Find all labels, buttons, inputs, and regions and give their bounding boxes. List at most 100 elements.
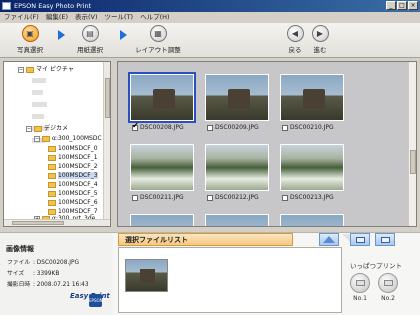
tree-item-camera-folder[interactable]: − α:300_100MSDC bbox=[34, 134, 102, 143]
tree-item-redacted bbox=[32, 90, 43, 95]
tree-item-hidden[interactable] bbox=[32, 76, 46, 85]
tree-vertical-scrollbar[interactable] bbox=[103, 62, 110, 220]
paper-select-icon: ▤ bbox=[81, 25, 99, 42]
minimize-button[interactable]: _ bbox=[386, 1, 396, 10]
grid-vertical-scrollbar[interactable] bbox=[408, 62, 416, 226]
step-arrow-icon bbox=[58, 30, 65, 40]
next-arrow-icon: ▶ bbox=[311, 25, 329, 42]
menu-edit[interactable]: 編集(E) bbox=[46, 12, 68, 23]
tree-item-redacted bbox=[32, 102, 47, 107]
tree-item-subfolder[interactable]: 100MSDCF_2 bbox=[46, 162, 98, 171]
folder-icon bbox=[48, 163, 56, 170]
photo-thumbnail[interactable]: DSC00212.JPG bbox=[202, 142, 272, 206]
photo-image[interactable] bbox=[280, 144, 344, 191]
next-label: 進む bbox=[313, 46, 327, 54]
title-bar: EPSON Easy Photo Print _ □ × bbox=[0, 0, 420, 12]
step-photo-select-label: 写真選択 bbox=[17, 46, 43, 54]
photo-image[interactable] bbox=[280, 214, 344, 226]
photo-grid[interactable]: DSC00208.JPG DSC00209.JPG DSC00210.JPG D… bbox=[117, 61, 417, 227]
photo-checkbox[interactable] bbox=[132, 121, 139, 131]
tree-item-digicam[interactable]: − デジカメ bbox=[26, 124, 68, 133]
close-button[interactable]: × bbox=[408, 1, 418, 10]
collapse-icon[interactable]: − bbox=[18, 66, 24, 73]
tree-item-subfolder[interactable]: 100MSDCF_5 bbox=[46, 189, 98, 198]
photo-thumbnail[interactable]: DSC00209.JPG bbox=[202, 72, 272, 136]
folder-icon bbox=[48, 172, 56, 179]
tree-horizontal-scrollbar[interactable] bbox=[4, 219, 110, 226]
tree-item-subfolder[interactable]: 100MSDCF_0 bbox=[46, 144, 98, 153]
photo-filename: DSC00213.JPG bbox=[290, 194, 334, 201]
photo-image[interactable] bbox=[130, 144, 194, 191]
menu-file[interactable]: ファイル(F) bbox=[4, 12, 39, 23]
collapse-icon[interactable]: − bbox=[34, 135, 40, 142]
step-paper-select-label: 用紙選択 bbox=[77, 46, 103, 54]
photo-filename: DSC00211.JPG bbox=[140, 194, 184, 201]
photo-filename: DSC00212.JPG bbox=[215, 194, 259, 201]
step-layout-adjust[interactable]: ▦ レイアウト調整 bbox=[131, 25, 185, 54]
photo-thumbnail[interactable] bbox=[202, 212, 272, 226]
photo-image[interactable] bbox=[205, 214, 269, 226]
tree-item-label: 100MSDCF_3 bbox=[58, 172, 98, 179]
photo-thumbnail[interactable]: DSC00211.JPG bbox=[127, 142, 197, 206]
tree-item-hidden[interactable] bbox=[32, 100, 47, 109]
folder-tree[interactable]: − マイ ピクチャ − デジカメ − α:300_100MSDC 100MSDCF_0… bbox=[3, 61, 111, 227]
step-arrow-icon bbox=[120, 30, 127, 40]
tree-item-subfolder[interactable]: 100MSDCF_6 bbox=[46, 198, 98, 207]
menu-help[interactable]: ヘルプ(H) bbox=[140, 12, 169, 23]
list-view-button[interactable] bbox=[350, 233, 370, 246]
photo-view-button[interactable] bbox=[375, 233, 395, 246]
tree-item-hidden[interactable] bbox=[32, 88, 43, 97]
info-key: サイズ bbox=[7, 271, 25, 277]
tree-item-subfolder-selected[interactable]: 100MSDCF_3 bbox=[46, 171, 98, 180]
scroll-thumb[interactable] bbox=[12, 221, 64, 225]
back-label: 戻る bbox=[288, 46, 302, 54]
photo-image[interactable] bbox=[205, 74, 269, 121]
photo-checkbox[interactable] bbox=[207, 194, 213, 201]
tree-item-redacted bbox=[32, 78, 46, 83]
tree-item-subfolder[interactable]: 100MSDCF_1 bbox=[46, 153, 98, 162]
photo-image[interactable] bbox=[128, 72, 196, 123]
photo-thumbnail[interactable] bbox=[277, 212, 347, 226]
photo-checkbox[interactable] bbox=[282, 124, 288, 131]
selected-file-list-panel: 選択ファイルリスト いっぱつプリント No.1 No.2 bbox=[113, 232, 420, 315]
folder-icon bbox=[26, 66, 34, 73]
next-button[interactable]: ▶ 進む bbox=[309, 25, 331, 54]
info-key: ファイル bbox=[7, 260, 31, 266]
image-info-panel: 画像情報 ファイル: DSC00208.JPG サイズ: 3399KB 撮影日時… bbox=[0, 232, 113, 315]
collapse-icon[interactable]: − bbox=[26, 125, 32, 132]
tree-item-label: 100MSDCF_0 bbox=[58, 145, 98, 152]
scroll-thumb[interactable] bbox=[105, 78, 110, 118]
tree-item-hidden[interactable] bbox=[32, 112, 44, 121]
photo-thumbnail[interactable]: DSC00208.JPG bbox=[127, 72, 197, 136]
photo-thumbnail[interactable]: DSC00210.JPG bbox=[277, 72, 347, 136]
menu-view[interactable]: 表示(V) bbox=[75, 12, 98, 23]
toolbar: ▣ 写真選択 ▤ 用紙選択 ▦ レイアウト調整 ◀ 戻る ▶ 進む bbox=[0, 23, 420, 58]
photo-thumbnail[interactable] bbox=[127, 212, 197, 226]
oneshot-print-no1-label: No.1 bbox=[353, 295, 367, 302]
photo-thumbnail[interactable]: DSC00213.JPG bbox=[277, 142, 347, 206]
step-photo-select[interactable]: ▣ 写真選択 bbox=[10, 25, 50, 54]
menu-tools[interactable]: ツール(T) bbox=[105, 12, 134, 23]
scroll-thumb[interactable] bbox=[410, 150, 416, 174]
oneshot-print-no2-button[interactable]: No.2 bbox=[377, 273, 399, 302]
tree-item-label: α:300_100MSDC bbox=[52, 135, 102, 142]
photo-checkbox[interactable] bbox=[282, 194, 288, 201]
photo-image[interactable] bbox=[205, 144, 269, 191]
photo-image[interactable] bbox=[130, 214, 194, 226]
photo-checkbox[interactable] bbox=[207, 124, 213, 131]
oneshot-print-no1-button[interactable]: No.1 bbox=[349, 273, 371, 302]
photo-checkbox[interactable] bbox=[132, 194, 138, 201]
selected-file-list-title: 選択ファイルリスト bbox=[118, 233, 293, 246]
tree-item-subfolder[interactable]: 100MSDCF_4 bbox=[46, 180, 98, 189]
selected-file-list[interactable] bbox=[118, 247, 342, 313]
selected-photo-thumbnail[interactable] bbox=[125, 259, 168, 292]
photo-image[interactable] bbox=[280, 74, 344, 121]
folder-icon bbox=[34, 125, 42, 132]
tree-item-my-pictures[interactable]: − マイ ピクチャ bbox=[18, 65, 74, 74]
layout-adjust-icon: ▦ bbox=[149, 25, 167, 42]
tree-item-label: デジカメ bbox=[44, 125, 69, 132]
back-button[interactable]: ◀ 戻る bbox=[284, 25, 306, 54]
move-up-button[interactable] bbox=[319, 233, 339, 246]
step-paper-select[interactable]: ▤ 用紙選択 bbox=[70, 25, 110, 54]
maximize-button[interactable]: □ bbox=[397, 1, 407, 10]
